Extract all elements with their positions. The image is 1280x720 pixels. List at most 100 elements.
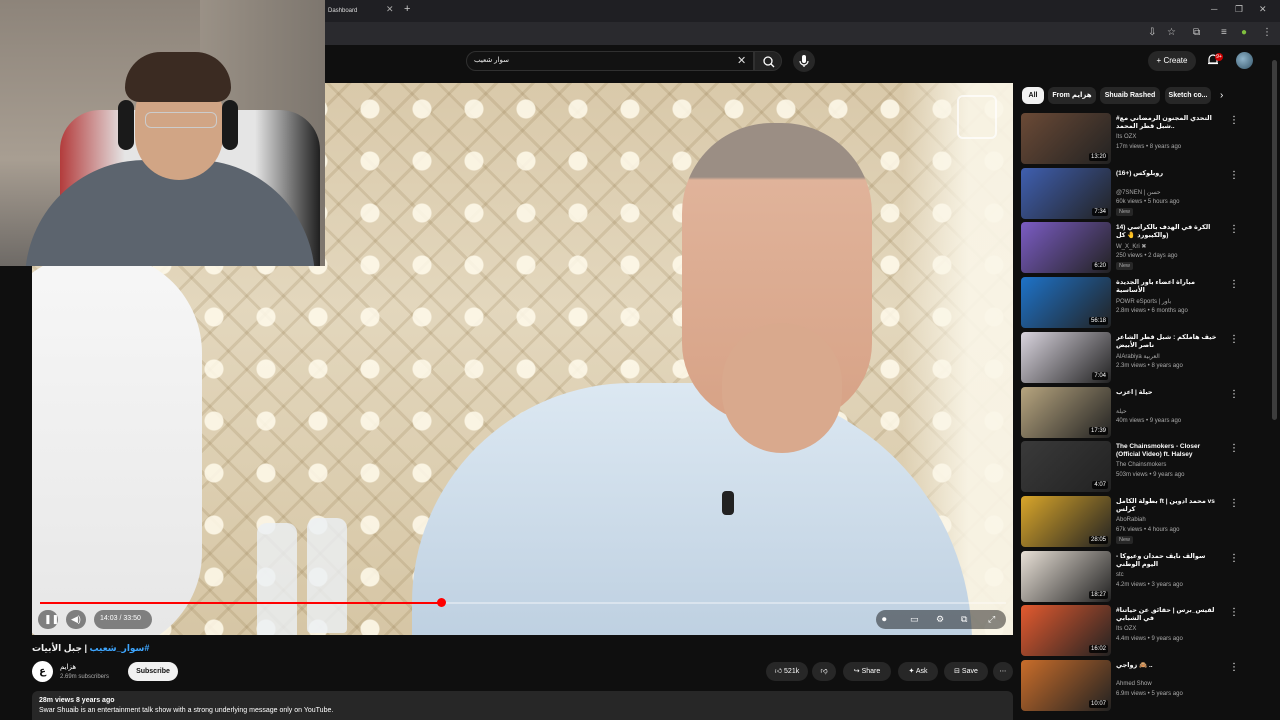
tab-close-icon[interactable]: ✕ xyxy=(386,4,394,15)
recommendation-channel[interactable]: @7SNEN | حسن xyxy=(1116,189,1161,196)
more-options-icon[interactable]: ⋮ xyxy=(1229,443,1239,454)
recommendation-channel[interactable]: Ahmed Show xyxy=(1116,681,1152,687)
recommendation-channel[interactable]: Its OZX xyxy=(1116,134,1136,140)
description-box[interactable] xyxy=(32,691,1013,720)
settings-gear-icon[interactable]: ⚙ xyxy=(936,614,944,625)
miniplayer-icon[interactable]: ⧉ xyxy=(961,614,967,625)
recommendation-item[interactable]: 4:07 The Chainsmokers - Closer (Official … xyxy=(1021,441,1251,493)
save-label: Save xyxy=(961,668,978,675)
recommendation-item[interactable]: 18:27 سوالف نايف حمدان وعيوكا - اليوم الو… xyxy=(1021,550,1251,603)
recommendation-thumbnail[interactable]: 7:34 xyxy=(1021,167,1111,219)
more-options-icon[interactable]: ⋮ xyxy=(1229,170,1239,181)
more-options-icon[interactable]: ⋮ xyxy=(1229,115,1239,126)
channel-watermark-icon[interactable] xyxy=(957,95,997,139)
account-avatar[interactable] xyxy=(1236,52,1253,69)
filter-chip[interactable]: Sketch co... xyxy=(1165,87,1211,104)
recommendation-channel[interactable]: حيلة xyxy=(1116,408,1127,415)
recommendation-item[interactable]: 7:04 خيف هاملكم : شبل قطر الشاعر ناصر الأ… xyxy=(1021,331,1251,384)
search-input[interactable] xyxy=(466,51,754,71)
recommendation-thumbnail[interactable]: 6:20 xyxy=(1021,222,1111,274)
recommendation-thumbnail[interactable]: 16:02 xyxy=(1021,605,1111,657)
filter-chip[interactable]: Shuaib Rashed xyxy=(1100,87,1160,104)
recommendation-title[interactable]: #التحدي المجنون الرمضاني مع شبل قطر المح… xyxy=(1116,115,1222,131)
recommendation-thumbnail[interactable]: 10:07 xyxy=(1021,660,1111,711)
browser-menu-icon[interactable]: ⋮ xyxy=(1262,27,1272,38)
channel-name[interactable]: هزايم xyxy=(60,663,76,671)
recommendation-channel[interactable]: AboRabiah xyxy=(1116,517,1146,523)
recommendation-channel[interactable]: AlArabiya العربية xyxy=(1116,353,1160,360)
recommendation-title[interactable]: #لقيس_برس | حقائق عن حياتنا في الشبابي xyxy=(1116,607,1222,623)
scrollbar-thumb[interactable] xyxy=(1272,60,1277,420)
minimize-icon[interactable]: ─ xyxy=(1211,4,1217,14)
more-actions-button[interactable]: ⋯ xyxy=(993,662,1013,681)
recommendation-item[interactable]: 56:18 مباراة أعضاء باور الجديدة الأساسية P… xyxy=(1021,277,1251,329)
recommendation-title[interactable]: حيلة | أعزب xyxy=(1116,389,1222,397)
install-icon[interactable]: ⇩ xyxy=(1148,27,1156,38)
more-options-icon[interactable]: ⋮ xyxy=(1229,553,1239,564)
autoplay-toggle-icon[interactable]: ⏺ xyxy=(882,614,887,625)
recommendation-duration: 6:20 xyxy=(1092,262,1108,271)
recommendation-thumbnail[interactable]: 18:27 xyxy=(1021,550,1111,602)
recommendation-item[interactable]: 7:34 (16+) روبلوكس @7SNEN | حسن 60k views •… xyxy=(1021,167,1251,220)
search-button[interactable] xyxy=(754,51,782,71)
webcam-overlay xyxy=(0,0,325,266)
profile-icon[interactable]: ● xyxy=(1241,27,1247,38)
recommendation-channel[interactable]: The Chainsmokers xyxy=(1116,462,1166,468)
chips-next-icon[interactable]: › xyxy=(1220,90,1223,101)
recommendation-thumbnail[interactable]: 4:07 xyxy=(1021,441,1111,493)
recommendation-item[interactable]: 13:20 #التحدي المجنون الرمضاني مع شبل قطر… xyxy=(1021,113,1251,165)
recommendation-item[interactable]: 10:07 زواجي 🙈 .. Ahmed Show 6.9m views • 5 … xyxy=(1021,660,1251,712)
extensions-icon[interactable]: ⧉ xyxy=(1193,27,1200,38)
recommendation-title[interactable]: زواجي 🙈 .. xyxy=(1116,662,1222,670)
window-close-icon[interactable]: ✕ xyxy=(1259,4,1267,15)
subscribe-button[interactable]: Subscribe xyxy=(128,662,178,681)
voice-search-button[interactable] xyxy=(793,50,815,72)
channel-avatar[interactable]: ع xyxy=(32,661,53,682)
recommendation-channel[interactable]: W_X_Kri ✖ xyxy=(1116,243,1146,250)
save-button[interactable]: ⊟ Save xyxy=(944,662,988,681)
ask-button[interactable]: ✦ Ask xyxy=(898,662,938,681)
restore-icon[interactable]: ❐ xyxy=(1235,4,1243,15)
dislike-button[interactable]: 👎︎ xyxy=(812,662,836,681)
subtitles-icon[interactable]: ▭ xyxy=(910,614,919,625)
new-tab-icon[interactable]: + xyxy=(404,3,410,15)
filter-chip[interactable]: All xyxy=(1022,87,1044,104)
recommendation-item[interactable]: 17:39 حيلة | أعزب حيلة 40m views • 9 years … xyxy=(1021,386,1251,439)
recommendation-thumbnail[interactable]: 13:20 xyxy=(1021,113,1111,164)
fullscreen-icon[interactable]: ⤢ xyxy=(988,614,995,625)
clear-search-icon[interactable]: ✕ xyxy=(737,54,746,67)
progress-scrubber-handle[interactable] xyxy=(436,598,446,607)
more-options-icon[interactable]: ⋮ xyxy=(1229,498,1239,509)
recommendation-title[interactable]: (16+) روبلوكس xyxy=(1116,170,1222,178)
recommendation-item[interactable]: 6:20 14) الكرة في الهدف بالكراسي والكيبور… xyxy=(1021,222,1251,274)
recommendation-thumbnail[interactable]: 17:39 xyxy=(1021,386,1111,438)
more-options-icon[interactable]: ⋮ xyxy=(1229,334,1239,345)
recommendation-channel[interactable]: Its OZX xyxy=(1116,626,1136,632)
recommendation-title[interactable]: سوالف نايف حمدان وعيوكا - اليوم الوطني xyxy=(1116,553,1222,569)
more-options-icon[interactable]: ⋮ xyxy=(1229,224,1239,235)
like-button[interactable]: 👍︎ 521k xyxy=(766,662,808,681)
video-title-hashtag[interactable]: #سوار_شعيب xyxy=(90,643,150,653)
more-options-icon[interactable]: ⋮ xyxy=(1229,607,1239,618)
progress-bar[interactable] xyxy=(40,598,1006,607)
media-icon[interactable]: ≡ xyxy=(1221,27,1227,38)
recommendation-thumbnail[interactable]: 28:05 xyxy=(1021,495,1111,547)
more-options-icon[interactable]: ⋮ xyxy=(1229,662,1239,673)
recommendation-title[interactable]: بطولة الكامل ft | محمد ادوين vs كرلس xyxy=(1116,498,1222,514)
recommendation-thumbnail[interactable]: 7:04 xyxy=(1021,331,1111,383)
recommendation-thumbnail[interactable]: 56:18 xyxy=(1021,277,1111,329)
recommendation-title[interactable]: خيف هاملكم : شبل قطر الشاعر ناصر الأبيض xyxy=(1116,334,1222,350)
star-icon[interactable]: ☆ xyxy=(1167,27,1176,38)
recommendation-item[interactable]: 28:05 بطولة الكامل ft | محمد ادوين vs كرل… xyxy=(1021,495,1251,548)
recommendation-title[interactable]: 14) الكرة في الهدف بالكراسي والكيبورد 🤚 … xyxy=(1116,224,1222,240)
recommendation-item[interactable]: 16:02 #لقيس_برس | حقائق عن حياتنا في الشب… xyxy=(1021,605,1251,657)
recommendation-channel[interactable]: POWR eSports | باور xyxy=(1116,298,1171,305)
share-button[interactable]: ↪ Share xyxy=(843,662,891,681)
recommendation-title[interactable]: The Chainsmokers - Closer (Official Vide… xyxy=(1116,443,1222,459)
recommendation-channel[interactable]: stc xyxy=(1116,572,1124,578)
recommendation-title[interactable]: مباراة أعضاء باور الجديدة الأساسية xyxy=(1116,279,1222,295)
more-options-icon[interactable]: ⋮ xyxy=(1229,279,1239,290)
more-options-icon[interactable]: ⋮ xyxy=(1229,389,1239,400)
filter-chip[interactable]: From هزايم xyxy=(1048,87,1096,104)
create-button[interactable]: + Create xyxy=(1148,51,1196,71)
